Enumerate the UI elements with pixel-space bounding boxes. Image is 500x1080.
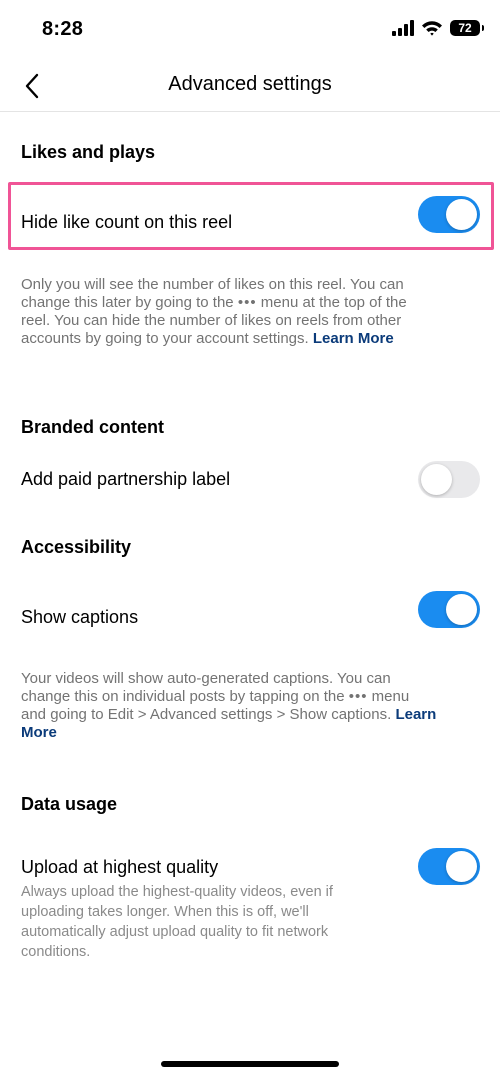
section-title-branded: Branded content: [21, 417, 165, 437]
home-indicator: [161, 1061, 339, 1067]
toggle-knob: [446, 851, 477, 882]
captions-desc-line: More: [21, 724, 481, 742]
upload-quality-description: Always upload the highest-quality videos…: [21, 882, 371, 962]
toggle-knob: [421, 464, 452, 495]
likes-desc-line: Only you will see the number of likes on…: [21, 276, 404, 293]
learn-more-link[interactable]: Learn: [395, 706, 436, 723]
hide-like-count-toggle[interactable]: [418, 196, 480, 233]
paid-partnership-label: Add paid partnership label: [21, 469, 231, 489]
toggle-knob: [446, 594, 477, 625]
wifi-icon: [422, 21, 442, 36]
page-title: Advanced settings: [168, 73, 332, 95]
section-title-accessibility: Accessibility: [21, 537, 132, 557]
likes-desc-text: accounts by going to your account settin…: [21, 330, 309, 347]
nav-bar: Advanced settings: [0, 60, 500, 112]
status-icons: 72: [392, 20, 484, 36]
status-time: 8:28: [42, 18, 84, 40]
section-title-data-usage: Data usage: [21, 794, 118, 814]
show-captions-toggle[interactable]: [418, 591, 480, 628]
learn-more-link-continued[interactable]: More: [21, 724, 57, 741]
captions-description: Your videos will show auto-generated cap…: [21, 670, 481, 742]
likes-desc-line: accounts by going to your account settin…: [21, 330, 481, 348]
section-title-likes: Likes and plays: [21, 142, 156, 162]
likes-description: Only you will see the number of likes on…: [21, 276, 481, 348]
upload-quality-toggle[interactable]: [418, 848, 480, 885]
captions-desc-text: and going to Edit > Advanced settings > …: [21, 706, 392, 723]
show-captions-label: Show captions: [21, 607, 139, 627]
paid-partnership-toggle[interactable]: [418, 461, 480, 498]
likes-desc-text: change this later by going to the: [21, 294, 234, 311]
cellular-signal-icon: [392, 20, 414, 36]
captions-desc-line: and going to Edit > Advanced settings > …: [21, 706, 481, 724]
upload-desc-line: conditions.: [21, 944, 91, 960]
battery-level: 72: [458, 21, 472, 35]
upload-desc-line: Always upload the highest-quality videos…: [21, 884, 333, 900]
learn-more-link[interactable]: Learn More: [313, 330, 394, 347]
captions-desc-text: menu: [371, 688, 410, 705]
hide-like-count-label: Hide like count on this reel: [21, 212, 233, 232]
captions-desc-line: change this on individual posts by tappi…: [21, 688, 481, 706]
likes-desc-line: change this later by going to the ••• me…: [21, 294, 481, 312]
toggle-knob: [446, 199, 477, 230]
likes-desc-text: menu at the top of the: [260, 294, 407, 311]
battery-icon: 72: [450, 20, 484, 36]
upload-quality-label: Upload at highest quality: [21, 857, 219, 877]
captions-desc-line: Your videos will show auto-generated cap…: [21, 670, 391, 687]
status-bar: 8:28 72: [0, 0, 500, 60]
upload-desc-line: uploading takes longer. When this is off…: [21, 904, 309, 920]
captions-desc-text: change this on individual posts by tappi…: [21, 688, 345, 705]
more-options-icon: •••: [348, 688, 368, 705]
upload-desc-line: automatically adjust upload quality to f…: [21, 924, 329, 940]
likes-desc-line: reel. You can hide the number of likes o…: [21, 312, 402, 329]
more-options-icon: •••: [237, 294, 257, 311]
